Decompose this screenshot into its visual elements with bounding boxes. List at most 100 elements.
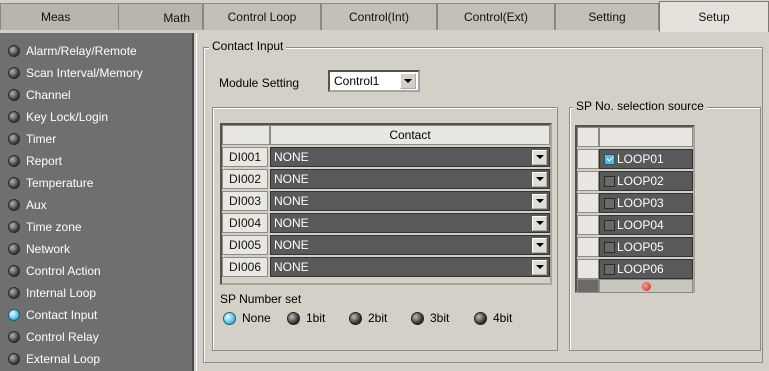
contact-select-di004[interactable]: NONE <box>270 213 550 233</box>
contact-input-title: Contact Input <box>209 39 287 53</box>
status-dot-active-icon <box>8 309 20 321</box>
contact-value: NONE <box>274 150 309 164</box>
chevron-down-icon[interactable] <box>532 259 547 275</box>
contact-select-di003[interactable]: NONE <box>270 191 550 211</box>
tab-control-ext[interactable]: Control(Ext) <box>437 3 555 30</box>
loop-row-header <box>577 259 599 279</box>
tab-setup[interactable]: Setup <box>659 1 769 32</box>
status-dot-icon <box>8 265 20 277</box>
radio-sp-1bit[interactable]: 1bit <box>287 311 325 325</box>
tab-setting[interactable]: Setting <box>555 3 659 30</box>
sidebar-item-label: Scan Interval/Memory <box>26 66 143 80</box>
sidebar-item-temperature[interactable]: Temperature <box>0 172 194 194</box>
tab-control-int[interactable]: Control(Int) <box>321 3 437 30</box>
radio-sp-2bit[interactable]: 2bit <box>349 311 387 325</box>
sp-selection-title: SP No. selection source <box>573 99 707 113</box>
tab-label: Setting <box>588 10 626 24</box>
loop-table-footer <box>599 279 693 293</box>
loop-checkbox-loop02[interactable]: LOOP02 <box>599 171 693 191</box>
checkbox-icon[interactable] <box>604 219 615 231</box>
loop-label: LOOP04 <box>617 218 664 232</box>
radio-label: 1bit <box>306 311 326 325</box>
tab-math[interactable]: Math <box>163 11 190 25</box>
contact-value: NONE <box>274 216 309 230</box>
checkbox-checked-icon[interactable] <box>604 153 615 165</box>
radio-label: None <box>242 311 271 325</box>
sidebar-item-scan-interval-memory[interactable]: Scan Interval/Memory <box>0 62 194 84</box>
status-dot-icon <box>8 45 20 57</box>
status-dot-icon <box>8 353 20 365</box>
loop-checkbox-loop01[interactable]: LOOP01 <box>599 149 693 169</box>
sidebar-item-alarm-relay-remote[interactable]: Alarm/Relay/Remote <box>0 40 194 62</box>
status-dot-icon <box>8 243 20 255</box>
radio-selected-icon <box>223 311 236 325</box>
contact-column-header: Contact <box>270 125 550 145</box>
sidebar-item-label: Channel <box>26 88 71 102</box>
chevron-down-icon[interactable] <box>532 149 547 165</box>
chevron-down-icon[interactable] <box>400 73 416 89</box>
radio-icon <box>474 311 487 325</box>
contact-value: NONE <box>274 238 309 252</box>
sidebar-item-key-lock-login[interactable]: Key Lock/Login <box>0 106 194 128</box>
contact-select-di002[interactable]: NONE <box>270 169 550 189</box>
sidebar-item-control-action[interactable]: Control Action <box>0 260 194 282</box>
loop-row-header <box>577 171 599 191</box>
checkbox-icon[interactable] <box>604 197 615 209</box>
sidebar-item-time-zone[interactable]: Time zone <box>0 216 194 238</box>
sidebar-item-channel[interactable]: Channel <box>0 84 194 106</box>
sidebar-item-aux[interactable]: Aux <box>0 194 194 216</box>
tab-label: Control Loop <box>227 10 297 24</box>
loop-checkbox-loop06[interactable]: LOOP06 <box>599 259 693 279</box>
status-dot-icon <box>8 287 20 299</box>
loop-checkbox-loop05[interactable]: LOOP05 <box>599 237 693 257</box>
main-panel: Contact Input Module Setting Control1 Co… <box>196 33 769 371</box>
loop-label: LOOP05 <box>617 240 664 254</box>
sidebar-item-control-relay[interactable]: Control Relay <box>0 326 194 348</box>
status-dot-icon <box>8 89 20 101</box>
sidebar-item-network[interactable]: Network <box>0 238 194 260</box>
checkbox-icon[interactable] <box>604 263 615 275</box>
checkbox-icon[interactable] <box>604 175 615 187</box>
sidebar-item-label: Aux <box>26 198 47 212</box>
radio-sp-none[interactable]: None <box>223 311 271 325</box>
chevron-down-icon[interactable] <box>532 237 547 253</box>
contact-table-corner <box>222 125 270 145</box>
tab-meas[interactable]: Meas <box>41 10 70 24</box>
loop-column-header <box>599 127 693 147</box>
radio-sp-4bit[interactable]: 4bit <box>474 311 512 325</box>
contact-value: NONE <box>274 172 309 186</box>
contact-select-di001[interactable]: NONE <box>270 147 550 167</box>
contact-select-di006[interactable]: NONE <box>270 257 550 277</box>
loop-checkbox-loop03[interactable]: LOOP03 <box>599 193 693 213</box>
chevron-down-icon[interactable] <box>532 171 547 187</box>
sidebar-item-internal-loop[interactable]: Internal Loop <box>0 282 194 304</box>
sidebar-item-label: External Loop <box>26 352 101 366</box>
sidebar-item-report[interactable]: Report <box>0 150 194 172</box>
tab-divider <box>118 4 119 30</box>
sidebar-item-label: Key Lock/Login <box>26 110 109 124</box>
status-dot-icon <box>8 177 20 189</box>
sidebar-item-label: Control Action <box>26 264 101 278</box>
loop-checkbox-loop04[interactable]: LOOP04 <box>599 215 693 235</box>
module-setting-value: Control1 <box>334 74 380 88</box>
status-dot-icon <box>8 67 20 79</box>
module-setting-label: Module Setting <box>219 76 300 90</box>
sidebar-item-timer[interactable]: Timer <box>0 128 194 150</box>
loop-row-header <box>577 237 599 257</box>
tab-control-loop[interactable]: Control Loop <box>203 3 321 30</box>
sidebar-item-external-loop[interactable]: External Loop <box>0 348 194 370</box>
tab-label: Control(Int) <box>348 10 410 24</box>
contact-select-di005[interactable]: NONE <box>270 235 550 255</box>
sidebar-item-label: Internal Loop <box>26 286 97 300</box>
module-setting-select[interactable]: Control1 <box>328 70 420 92</box>
sp-number-set-label: SP Number set <box>220 292 302 306</box>
radio-sp-3bit[interactable]: 3bit <box>411 311 449 325</box>
loop-label: LOOP03 <box>617 196 664 210</box>
sidebar-item-label: Control Relay <box>26 330 99 344</box>
row-label-di002: DI002 <box>222 169 268 189</box>
chevron-down-icon[interactable] <box>532 193 547 209</box>
loop-row-header <box>577 193 599 213</box>
chevron-down-icon[interactable] <box>532 215 547 231</box>
sidebar-item-contact-input[interactable]: Contact Input <box>0 304 194 326</box>
checkbox-icon[interactable] <box>604 241 615 253</box>
